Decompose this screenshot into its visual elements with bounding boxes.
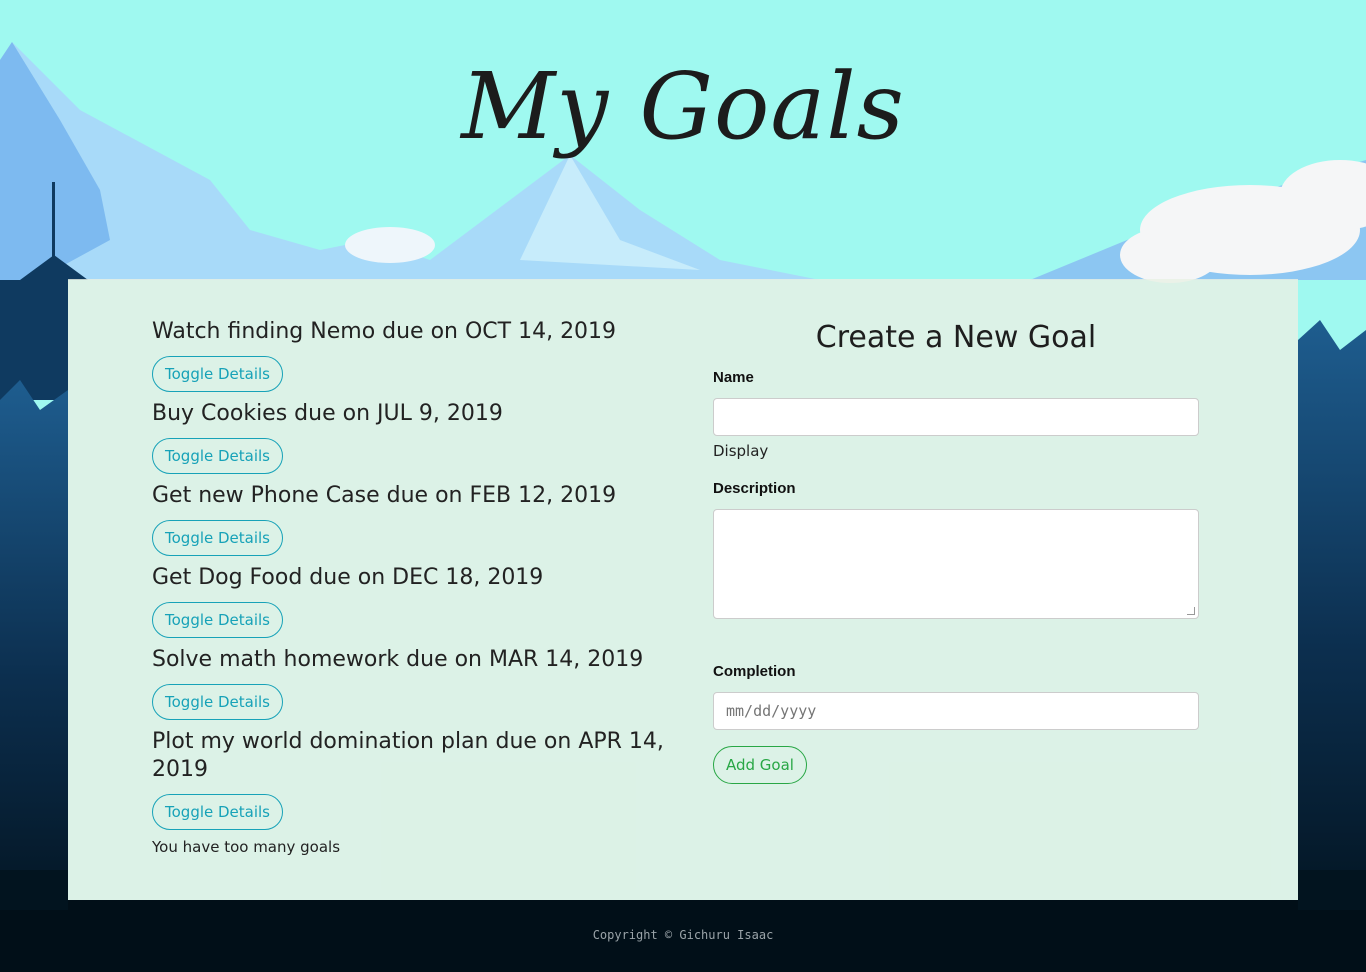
description-label: Description [713, 480, 796, 497]
completion-date-input[interactable] [713, 692, 1199, 730]
toggle-details-button[interactable]: Toggle Details [152, 438, 283, 474]
goal-item: Solve math homework due on MAR 14, 2019 … [152, 646, 682, 728]
goal-item: Get new Phone Case due on FEB 12, 2019 T… [152, 482, 682, 564]
name-input[interactable] [713, 398, 1199, 436]
new-goal-form: Create a New Goal Name Display Descripti… [713, 320, 1199, 784]
page-title: My Goals [461, 53, 905, 160]
goal-title: Buy Cookies due on JUL 9, 2019 [152, 401, 503, 426]
resize-handle-icon[interactable] [1187, 607, 1195, 615]
name-hint: Display [713, 442, 769, 460]
goal-item: Buy Cookies due on JUL 9, 2019 Toggle De… [152, 400, 682, 482]
goal-item: Get Dog Food due on DEC 18, 2019 Toggle … [152, 564, 682, 646]
goal-item: Plot my world domination plan due on APR… [152, 728, 682, 838]
toggle-details-button[interactable]: Toggle Details [152, 684, 283, 720]
toggle-details-button[interactable]: Toggle Details [152, 794, 283, 830]
goal-title: Get Dog Food due on DEC 18, 2019 [152, 565, 544, 590]
description-textarea[interactable] [713, 509, 1199, 619]
goal-title: Plot my world domination plan due on APR… [152, 729, 664, 782]
goal-item: Watch finding Nemo due on OCT 14, 2019 T… [152, 318, 682, 400]
completion-label: Completion [713, 663, 796, 680]
name-label: Name [713, 369, 754, 386]
toggle-details-button[interactable]: Toggle Details [152, 520, 283, 556]
goal-title: Solve math homework due on MAR 14, 2019 [152, 647, 644, 672]
goals-message: You have too many goals [152, 838, 341, 856]
form-title: Create a New Goal [815, 320, 1097, 355]
goal-title: Watch finding Nemo due on OCT 14, 2019 [152, 319, 617, 344]
toggle-details-button[interactable]: Toggle Details [152, 356, 283, 392]
add-goal-button[interactable]: Add Goal [713, 746, 807, 784]
footer-copyright: Copyright © Gichuru Isaac [592, 928, 774, 942]
goal-list: Watch finding Nemo due on OCT 14, 2019 T… [152, 318, 682, 856]
goal-title: Get new Phone Case due on FEB 12, 2019 [152, 483, 617, 508]
toggle-details-button[interactable]: Toggle Details [152, 602, 283, 638]
